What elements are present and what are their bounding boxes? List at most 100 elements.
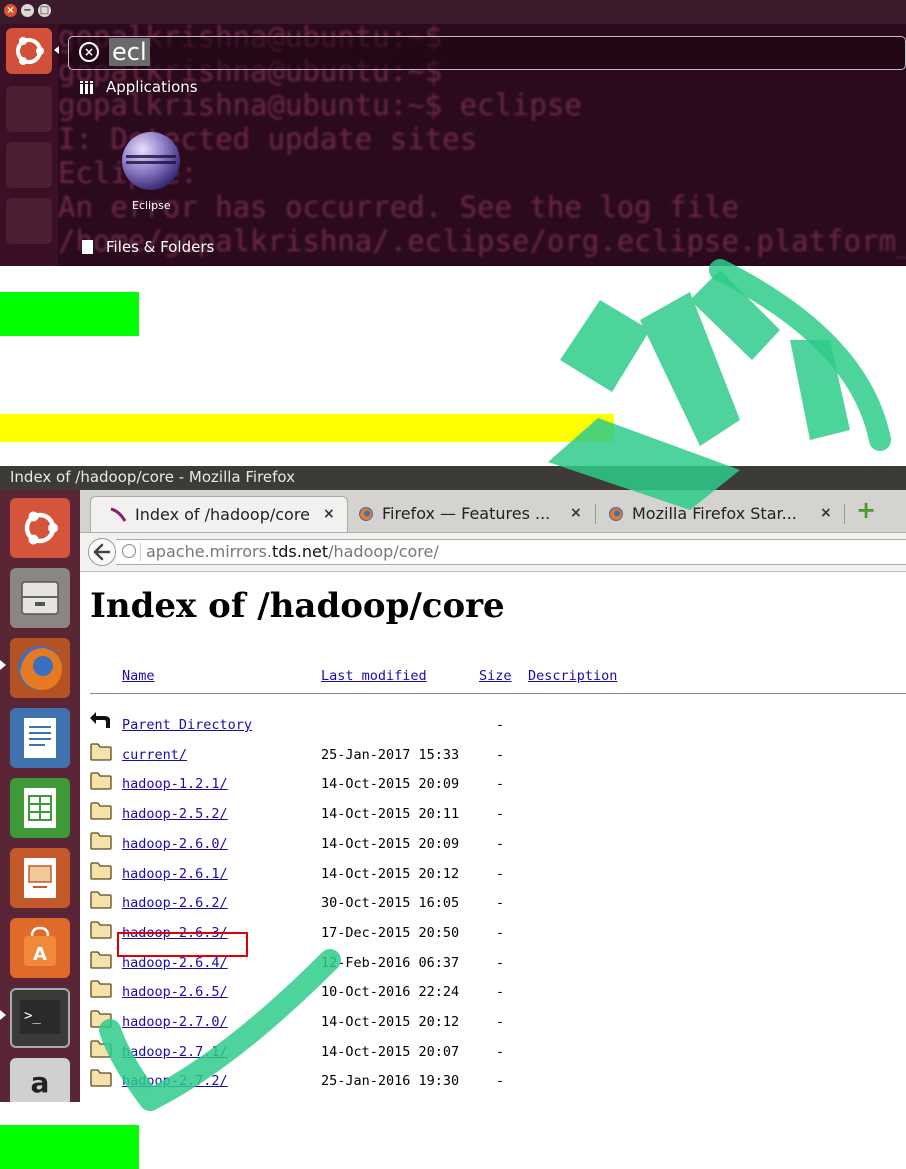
unity-launcher: A >_ a: [0, 490, 80, 1102]
watermark-arc-right: [709, 259, 891, 451]
libreoffice-calc-icon[interactable]: [10, 778, 70, 838]
last-modified-value: 14-Oct-2015 20:12: [321, 865, 460, 882]
unity-dash-screenshot: gopalkrishna@ubuntu:~$ gopalkrishna@ubun…: [0, 0, 906, 266]
libreoffice-writer-icon[interactable]: [10, 708, 70, 768]
folder-icon: [90, 832, 112, 850]
back-button[interactable]: [88, 538, 116, 566]
minimize-window-icon[interactable]: −: [21, 4, 34, 17]
directory-link[interactable]: hadoop-2.6.2/: [122, 895, 228, 911]
size-value: -: [496, 776, 505, 793]
folder-icon: [90, 772, 112, 791]
eclipse-app-icon[interactable]: [122, 132, 180, 190]
page-content: Index of /hadoop/core Name Last modified…: [80, 572, 906, 1102]
tab-close-icon[interactable]: ×: [323, 506, 335, 522]
column-header-size[interactable]: Size: [479, 668, 512, 684]
size-value: -: [496, 895, 505, 912]
tab-bar: Index of /hadoop/core × Firefox — Featur…: [80, 490, 906, 533]
table-row: hadoop-1.2.1/14-Oct-2015 20:09 -: [80, 771, 906, 799]
terminal-launcher-icon[interactable]: >_: [10, 988, 70, 1048]
url-divider: [140, 543, 141, 561]
maximize-window-icon[interactable]: □: [38, 4, 51, 17]
firefox-launcher-icon[interactable]: [10, 638, 70, 698]
column-header-name[interactable]: Name: [122, 668, 155, 684]
amazon-launcher-icon[interactable]: a: [10, 1058, 70, 1102]
software-center-icon[interactable]: A: [10, 918, 70, 978]
url-bar[interactable]: apache.mirrors.tds.net/hadoop/core/: [116, 539, 906, 565]
folder-icon: [90, 1069, 112, 1088]
clear-search-icon[interactable]: ×: [79, 42, 99, 62]
table-row: hadoop-2.6.5/10-Oct-2016 22:24 -: [80, 979, 906, 1007]
green-highlight-block-top: [0, 292, 139, 336]
ubuntu-dash-icon[interactable]: [6, 28, 52, 74]
size-value: -: [496, 746, 505, 763]
directory-link[interactable]: hadoop-2.6.1/: [122, 866, 228, 882]
svg-text:>_: >_: [24, 1008, 41, 1024]
files-launcher-icon[interactable]: [6, 86, 52, 132]
firefox-launcher-icon[interactable]: [6, 142, 52, 188]
dash-top-bar: × − □: [0, 0, 906, 24]
yellow-highlight-bar: [0, 414, 614, 442]
active-app-pip-icon: [0, 660, 6, 670]
last-modified-value: 17-Dec-2015 20:50: [321, 924, 460, 941]
last-modified-value: 25-Jan-2017 15:33: [321, 746, 460, 763]
files-folders-icon: [82, 240, 93, 254]
applications-category-label[interactable]: Applications: [106, 78, 198, 96]
tab-index-hadoop-core[interactable]: Index of /hadoop/core ×: [90, 496, 348, 532]
column-header-last-modified[interactable]: Last modified: [321, 668, 427, 684]
new-tab-button[interactable]: +: [856, 496, 876, 524]
table-row: Parent Directory -: [80, 712, 906, 740]
tab-label: Index of /hadoop/core: [135, 505, 310, 524]
watermark-letter-diag-1: [560, 300, 650, 392]
directory-link[interactable]: hadoop-2.5.2/: [122, 806, 228, 822]
directory-link[interactable]: hadoop-2.7.2/: [122, 1073, 228, 1089]
directory-link[interactable]: current/: [122, 747, 187, 763]
dash-search-bar[interactable]: × ecl: [68, 36, 906, 70]
back-arrow-icon: [93, 543, 111, 561]
url-text[interactable]: apache.mirrors.tds.net/hadoop/core/: [146, 542, 439, 561]
ubuntu-dash-icon[interactable]: [10, 498, 70, 558]
column-header-description[interactable]: Description: [528, 668, 617, 684]
watermark-letter-diag-3: [690, 270, 780, 360]
size-value: -: [496, 1073, 505, 1090]
search-input[interactable]: ecl: [109, 38, 150, 66]
size-value: -: [496, 717, 505, 733]
tab-label: Mozilla Firefox Star...: [632, 504, 797, 523]
parent-directory-arrow-icon: [90, 712, 110, 728]
header-divider: [90, 693, 906, 694]
size-value: -: [496, 1043, 505, 1060]
folder-icon: [90, 921, 112, 939]
folder-icon: [90, 861, 112, 880]
directory-link[interactable]: Parent Directory: [122, 717, 252, 733]
writer-launcher-icon[interactable]: [6, 198, 52, 244]
tab-close-icon[interactable]: ×: [820, 505, 832, 521]
tab-close-icon[interactable]: ×: [570, 505, 582, 521]
tab-firefox-features[interactable]: Firefox — Features ... ×: [352, 496, 596, 532]
files-launcher-icon[interactable]: [10, 568, 70, 628]
last-modified-value: 14-Oct-2015 20:09: [321, 835, 460, 852]
size-value: -: [496, 835, 505, 852]
directory-link[interactable]: hadoop-2.7.1/: [122, 1044, 228, 1060]
folder-icon: [90, 802, 112, 820]
size-value: -: [496, 984, 505, 1001]
eclipse-app-label[interactable]: Eclipse: [132, 199, 171, 212]
size-value: -: [496, 954, 505, 971]
watermark-letter-diag-2: [640, 292, 740, 446]
apache-feather-icon: [110, 507, 127, 522]
table-row: hadoop-2.6.2/30-Oct-2015 16:05 -: [80, 890, 906, 918]
url-prefix: apache.mirrors.: [146, 542, 272, 561]
table-row: hadoop-2.7.1/14-Oct-2015 20:07 -: [80, 1039, 906, 1067]
table-row: hadoop-2.7.2/25-Jan-2016 19:30 -: [80, 1068, 906, 1096]
last-modified-value: 14-Oct-2015 20:09: [321, 776, 460, 793]
tab-mozilla-firefox-start[interactable]: Mozilla Firefox Star... ×: [602, 496, 846, 532]
libreoffice-impress-icon[interactable]: [10, 848, 70, 908]
last-modified-value: 14-Oct-2015 20:07: [321, 1043, 460, 1060]
folder-icon: [90, 1010, 112, 1028]
firefox-title-bar: Index of /hadoop/core - Mozilla Firefox: [0, 466, 906, 490]
directory-link[interactable]: hadoop-2.7.0/: [122, 1014, 228, 1030]
directory-link[interactable]: hadoop-2.6.0/: [122, 836, 228, 852]
directory-link[interactable]: hadoop-2.6.5/: [122, 984, 228, 1000]
files-folders-category-label[interactable]: Files & Folders: [106, 238, 214, 256]
red-highlight-box: [117, 932, 248, 957]
close-window-icon[interactable]: ×: [4, 4, 17, 17]
directory-link[interactable]: hadoop-1.2.1/: [122, 776, 228, 792]
